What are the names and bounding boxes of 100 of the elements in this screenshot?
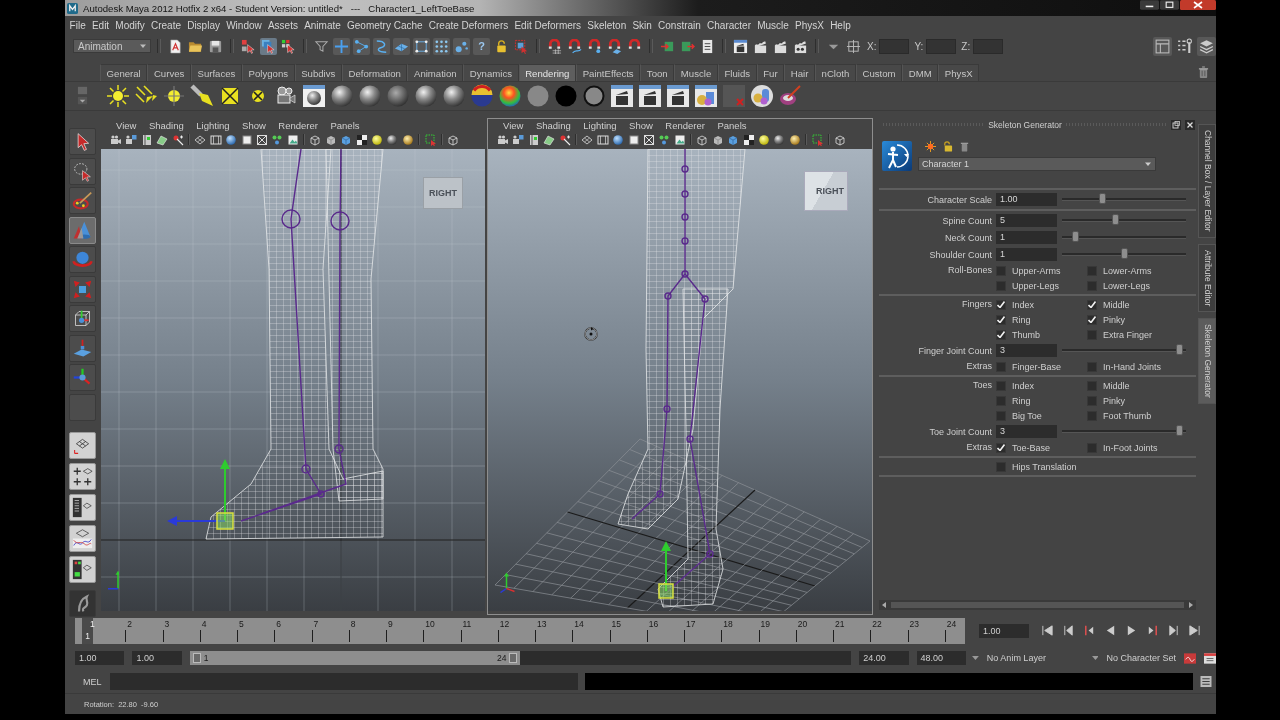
sphere-icon[interactable] [401,133,414,146]
slider-handle[interactable] [1072,231,1080,242]
range-handle[interactable] [509,653,518,663]
trash-icon[interactable] [1198,66,1209,79]
script-editor-icon[interactable] [1200,676,1212,687]
menu-item[interactable]: Modify [112,20,148,31]
checkbox[interactable] [996,410,1006,421]
plane-icon[interactable] [393,37,410,55]
book-icon[interactable] [527,133,540,146]
menu-item[interactable]: Skeleton [584,20,629,31]
step-forward-key-icon[interactable] [1167,624,1180,637]
side-tab[interactable]: Skeleton Generator [1198,317,1216,404]
new-file-icon[interactable] [167,37,184,55]
time-slider-track[interactable]: 1 1 2 3 4 5 6 7 8 9 10 11 12 13 14 15 16 17 18 19 20 21 22 23 24 [75,617,965,644]
sphere-icon[interactable] [358,84,382,108]
shelf-tab[interactable]: DMM [902,64,939,81]
tool-settings-icon[interactable] [1175,36,1194,56]
character-dropdown[interactable]: Character 1 [918,157,1156,171]
tiles-axis-icon[interactable] [69,334,96,362]
striped-sphere-icon[interactable] [470,84,494,108]
crosshair-box-icon[interactable] [845,37,862,55]
language-toggle[interactable]: MEL [83,676,103,687]
picture-icon[interactable] [673,133,686,146]
viewport-menu[interactable]: Renderer [665,119,705,131]
checkbox[interactable] [1087,280,1097,291]
view-cube[interactable]: RIGHT [423,177,463,209]
range-slider-track[interactable]: 1 24 [189,651,852,665]
start-time-field[interactable]: 1.00 [75,651,125,665]
checkbox[interactable] [1087,299,1097,310]
shelf-tab[interactable]: Custom [855,64,903,81]
menu-item[interactable]: Edit Deformers [511,20,584,31]
blobs-icon[interactable] [453,37,470,55]
nodes-icon[interactable] [353,37,370,55]
panel-layout-icon[interactable] [1153,36,1172,56]
square-icon[interactable] [240,133,253,146]
glowing-ball-icon[interactable] [758,133,771,146]
dots-icon[interactable] [658,133,671,146]
sphere-window-icon[interactable] [302,84,326,108]
checkbox[interactable] [996,461,1006,472]
box-points-icon[interactable] [413,37,430,55]
shelf-tab[interactable]: Fur [756,64,785,81]
preferences-icon[interactable] [1204,652,1216,664]
image-plane-icon[interactable] [543,133,556,146]
magnet-plane-icon[interactable] [606,37,623,55]
menu-item[interactable]: Assets [265,20,301,31]
shelf-tab[interactable]: Deformation [341,64,408,81]
checkbox[interactable] [996,442,1006,453]
wireframe-cube-icon[interactable] [696,133,709,146]
magnet-point-icon[interactable] [586,37,603,55]
character-set-dropdown[interactable]: No Character Set [1106,653,1176,663]
hypershade-layout-icon[interactable] [69,556,96,583]
slider-handle[interactable] [1176,344,1184,355]
picture-icon[interactable] [286,133,299,146]
menu-item[interactable]: Edit [89,20,112,31]
shelf-tab[interactable]: Surfaces [190,64,242,81]
crosshair-icon[interactable] [333,37,350,55]
menu-item[interactable]: PhysX [792,20,827,31]
shelf-tab[interactable]: Dynamics [463,64,519,81]
playback-end-field[interactable]: 24.00 [859,651,909,665]
hierarchy-select-icon[interactable] [240,37,257,55]
viewport-menu[interactable]: View [116,119,137,131]
number-field[interactable]: 5 [996,214,1057,227]
spark-icon[interactable] [925,141,936,152]
sphere-icon[interactable] [414,84,438,108]
checkbox[interactable] [1087,395,1097,406]
coordinate-field[interactable] [973,38,1004,54]
paint-bowl-icon[interactable] [778,84,802,108]
viewport-menu[interactable]: Show [242,119,266,131]
menu-item[interactable]: Create Deformers [426,20,511,31]
play-backward-icon[interactable] [1104,624,1117,637]
anim-layer-dropdown[interactable]: No Anim Layer [986,653,1086,663]
cone-icon[interactable] [69,216,96,244]
wireframe-cube-icon[interactable] [834,133,847,146]
viewport-menu[interactable]: Show [629,119,653,131]
checkbox[interactable] [1087,410,1097,421]
wireframe-cube-icon[interactable] [309,133,322,146]
emblem-icon[interactable] [69,589,96,617]
sphere-icon[interactable] [386,133,399,146]
menu-item[interactable]: Skin [629,20,655,31]
flashlight-icon[interactable] [190,84,214,108]
crossed-tile-icon[interactable] [722,84,746,108]
viewport-menu[interactable]: Shading [535,119,571,131]
checkbox[interactable] [1087,314,1097,325]
ring-icon[interactable] [582,84,606,108]
figure-icon[interactable] [882,141,912,171]
current-time-field[interactable]: 1.00 [979,623,1029,638]
menu-item[interactable]: File [67,20,89,31]
checkbox[interactable] [1087,361,1097,372]
shelf-tab[interactable]: nCloth [815,64,856,81]
checkbox[interactable] [996,280,1006,291]
axis-manipulator-icon[interactable] [69,364,96,391]
number-field[interactable]: 3 [996,344,1057,357]
sphere-icon[interactable] [773,133,786,146]
checker-icon[interactable] [742,133,755,146]
image-plane-icon[interactable] [156,133,169,146]
checkbox[interactable] [1087,380,1097,391]
viewport-menu[interactable]: Renderer [278,119,318,131]
sphere-icon[interactable] [330,84,354,108]
maximize-icon[interactable] [1160,0,1179,10]
end-time-field[interactable]: 48.00 [916,651,966,665]
